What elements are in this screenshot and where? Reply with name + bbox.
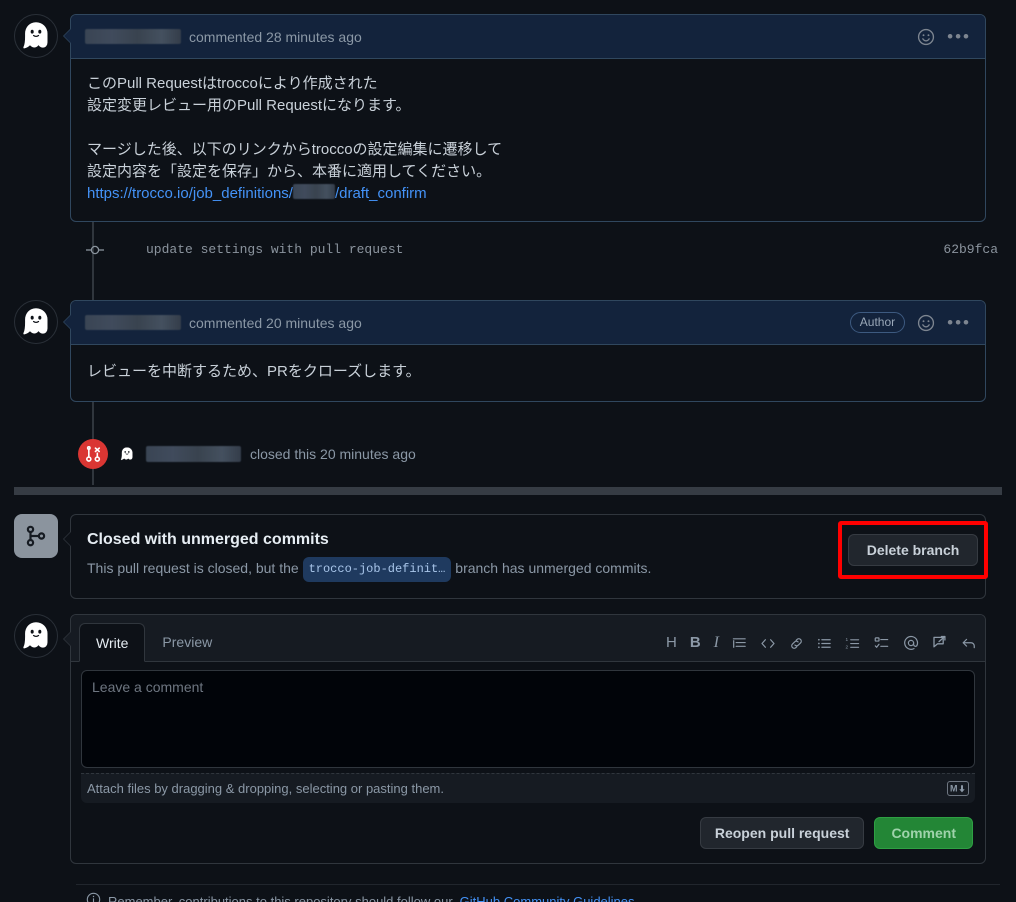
ghost-avatar-icon — [15, 15, 57, 57]
avatar[interactable] — [14, 614, 58, 658]
delete-branch-button[interactable]: Delete branch — [848, 534, 978, 566]
markdown-toolbar: H B I 1 2 — [666, 635, 977, 661]
italic-icon[interactable]: I — [714, 635, 719, 651]
saved-reply-icon[interactable] — [932, 635, 948, 651]
attach-files-text: Attach files by dragging & dropping, sel… — [87, 781, 444, 796]
ghost-avatar-icon — [117, 444, 137, 464]
commit-sha[interactable]: 62b9fca — [943, 242, 998, 257]
timeline-rail-3 — [92, 467, 94, 485]
comment-composer-section: Write Preview H B I 1 2 Leave a comment … — [14, 614, 986, 864]
comment-composer: Write Preview H B I 1 2 Leave a comment … — [63, 614, 986, 864]
comment-line: 設定内容を「設定を保存」から、本番に適用してください。 — [87, 163, 492, 180]
comment-thread-2: commented 20 minutes ago Author ••• レビュー… — [14, 300, 986, 402]
composer-tabbar: Write Preview H B I 1 2 — [71, 615, 985, 662]
timeline-separator — [14, 487, 1002, 495]
commit-node-icon — [86, 243, 104, 262]
desc-before: This pull request is closed, but the — [87, 560, 299, 576]
comment-timestamp: commented 28 minutes ago — [189, 28, 362, 45]
attach-files-bar[interactable]: Attach files by dragging & dropping, sel… — [81, 773, 975, 803]
author-badge: Author — [849, 312, 906, 333]
closed-event-text: closed this 20 minutes ago — [250, 446, 416, 462]
bold-icon[interactable]: B — [690, 635, 701, 651]
redacted-username — [85, 315, 181, 330]
svg-text:M: M — [950, 784, 958, 794]
merge-status-title: Closed with unmerged commits — [87, 531, 329, 548]
desc-after: branch has unmerged commits. — [455, 560, 652, 576]
comment-box: commented 28 minutes ago ••• このPull Requ… — [63, 14, 986, 222]
comment-body: レビューを中断するため、PRをクローズします。 — [71, 345, 985, 401]
comment-line: このPull Requestはtroccoにより作成された — [87, 75, 378, 92]
avatar-small[interactable] — [117, 444, 137, 464]
link-suffix: /draft_confirm — [334, 185, 427, 202]
avatar[interactable] — [14, 14, 58, 58]
comment-line: レビューを中断するため、PRをクローズします。 — [87, 363, 421, 380]
svg-text:2: 2 — [846, 644, 849, 649]
note-text: Remember, contributions to this reposito… — [108, 893, 453, 902]
reopen-pull-request-button[interactable]: Reopen pull request — [699, 817, 865, 849]
ghost-avatar-icon — [15, 301, 57, 343]
redacted-username — [85, 29, 181, 44]
comment-line: 設定変更レビュー用のPull Requestになります。 — [87, 97, 411, 114]
info-icon — [86, 892, 101, 902]
link-icon[interactable] — [789, 636, 804, 651]
add-reaction-icon[interactable] — [917, 28, 935, 46]
git-merge-icon — [14, 514, 58, 558]
unordered-list-icon[interactable] — [817, 636, 832, 651]
commit-row: update settings with pull request 62b9fc… — [0, 235, 1016, 263]
comment-box: commented 20 minutes ago Author ••• レビュー… — [63, 300, 986, 402]
comment-link-line: https://trocco.io/job_definitions/ /draft… — [87, 183, 969, 205]
commit-message[interactable]: update settings with pull request — [146, 242, 403, 257]
heading-icon[interactable]: H — [666, 635, 677, 651]
redacted-job-id — [292, 184, 335, 199]
merge-status-description: This pull request is closed, but the tro… — [87, 557, 969, 582]
ordered-list-icon[interactable]: 1 2 — [845, 636, 861, 651]
community-guidelines-note: Remember, contributions to this reposito… — [86, 892, 635, 902]
avatar[interactable] — [14, 300, 58, 344]
comment-timestamp: commented 20 minutes ago — [189, 314, 362, 331]
branch-name-chip: trocco-job-definit… — [302, 557, 452, 582]
comment-thread-1: commented 28 minutes ago ••• このPull Requ… — [14, 14, 986, 222]
comment-line: マージした後、以下のリンクからtroccoの設定編集に遷移して — [87, 141, 503, 158]
comment-input[interactable] — [81, 670, 975, 768]
mention-icon[interactable] — [903, 635, 919, 651]
comment-button[interactable]: Comment — [874, 817, 973, 849]
comment-body: このPull Requestはtroccoにより作成された 設定変更レビュー用の… — [71, 59, 985, 221]
tab-preview[interactable]: Preview — [145, 622, 229, 661]
pull-request-timeline: commented 28 minutes ago ••• このPull Requ… — [0, 0, 1016, 902]
footer-divider — [76, 884, 1000, 885]
composer-input-area — [71, 662, 985, 773]
redacted-username — [146, 446, 241, 462]
markdown-icon[interactable]: M — [947, 781, 969, 796]
trocco-draft-confirm-link[interactable]: https://trocco.io/job_definitions/ /draft… — [87, 184, 427, 202]
svg-text:1: 1 — [846, 637, 849, 642]
comment-actions-menu-icon[interactable]: ••• — [947, 314, 971, 331]
quote-icon[interactable] — [732, 636, 747, 651]
ghost-avatar-icon — [15, 615, 57, 657]
community-guidelines-link[interactable]: GitHub Community Guidelines — [460, 894, 635, 902]
tab-write[interactable]: Write — [79, 623, 146, 662]
composer-actions: Reopen pull request Comment — [71, 803, 985, 863]
closed-event-row: closed this 20 minutes ago — [78, 439, 416, 469]
code-icon[interactable] — [760, 636, 776, 651]
reference-icon[interactable] — [961, 636, 977, 651]
task-list-icon[interactable] — [874, 636, 890, 651]
comment-header: commented 20 minutes ago Author ••• — [71, 301, 985, 345]
comment-header: commented 28 minutes ago ••• — [71, 15, 985, 59]
comment-actions-menu-icon[interactable]: ••• — [947, 28, 971, 45]
add-reaction-icon[interactable] — [917, 314, 935, 332]
link-prefix: https://trocco.io/job_definitions/ — [87, 185, 293, 202]
pull-request-closed-icon — [78, 439, 108, 469]
